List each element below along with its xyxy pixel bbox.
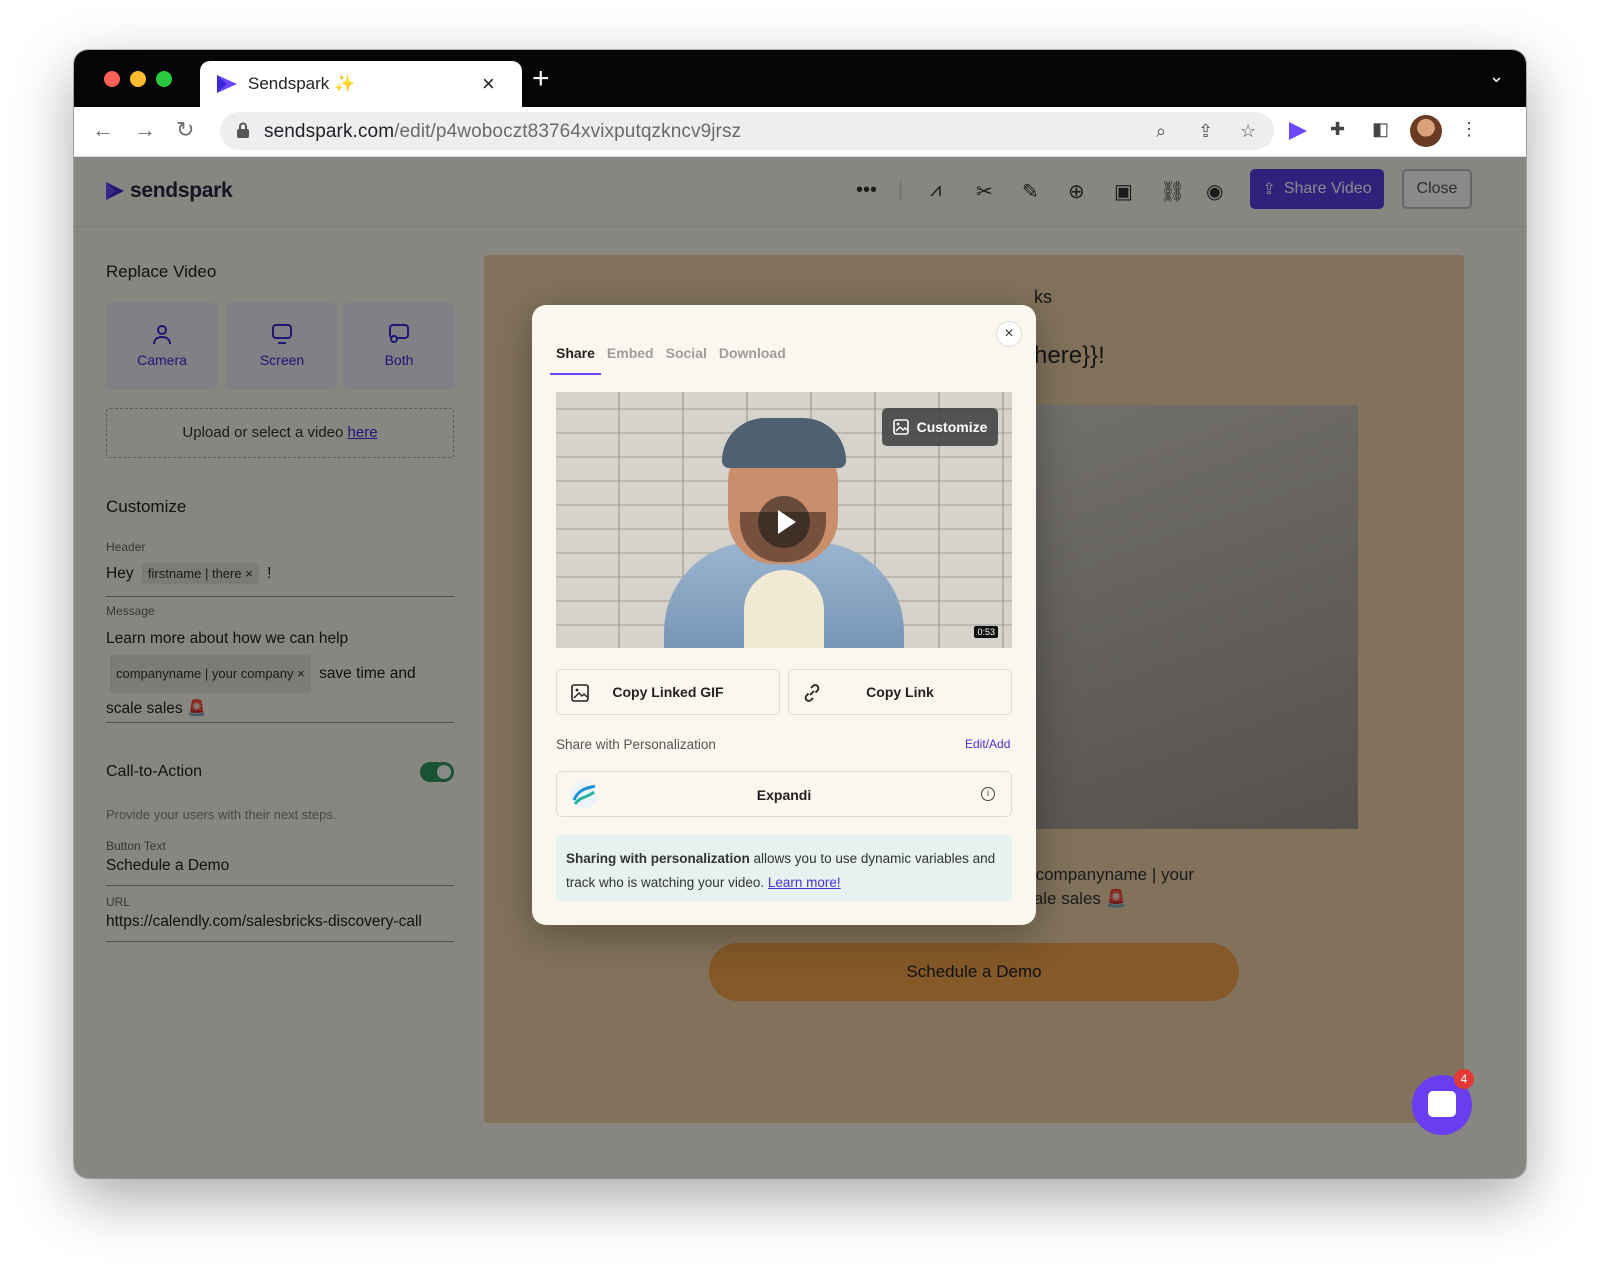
- personalization-note: Sharing with personalization allows you …: [556, 835, 1012, 901]
- sendspark-app: sendspark ••• | ⩘ ✂ ✎ ⊕ ▣ ⛓ ◉ ⇪ Share Vi…: [74, 157, 1526, 1178]
- sendspark-extension-icon[interactable]: [1288, 121, 1308, 141]
- chat-icon: [1428, 1091, 1456, 1117]
- image-icon: [571, 684, 589, 702]
- copy-link-button[interactable]: Copy Link: [788, 669, 1012, 715]
- play-icon[interactable]: [758, 496, 810, 548]
- chat-launcher[interactable]: 4: [1412, 1069, 1474, 1135]
- personalization-label: Share with Personalization: [556, 737, 716, 752]
- edit-add-link[interactable]: Edit/Add: [965, 737, 1010, 751]
- extensions-puzzle-icon[interactable]: ✚: [1330, 119, 1345, 140]
- share-page-icon[interactable]: ⇪: [1198, 121, 1213, 142]
- copy-gif-label: Copy Linked GIF: [612, 684, 724, 700]
- link-icon: [804, 684, 820, 702]
- close-window-button[interactable]: [104, 71, 120, 87]
- modal-close-icon[interactable]: ×: [996, 321, 1022, 347]
- forward-icon[interactable]: →: [134, 117, 156, 143]
- tab-social[interactable]: Social: [666, 345, 707, 375]
- image-icon: [892, 419, 909, 435]
- expandi-integration-button[interactable]: Expandi i: [556, 771, 1012, 817]
- sendspark-favicon-icon: [217, 75, 237, 93]
- bookmark-star-icon[interactable]: ☆: [1240, 121, 1256, 142]
- copy-linked-gif-button[interactable]: Copy Linked GIF: [556, 669, 780, 715]
- integration-name: Expandi: [756, 787, 812, 803]
- video-thumbnail[interactable]: Customize 0:53: [556, 392, 1012, 648]
- zoom-icon[interactable]: ⌕: [1156, 121, 1166, 142]
- lock-icon: [237, 122, 249, 138]
- copy-link-label: Copy Link: [866, 684, 934, 700]
- share-modal-tabs: Share Embed Social Download: [550, 345, 786, 375]
- info-icon[interactable]: i: [981, 787, 995, 801]
- profile-avatar[interactable]: [1410, 115, 1442, 147]
- presenter-shirt: [744, 570, 824, 648]
- customize-thumbnail-button[interactable]: Customize: [882, 408, 998, 446]
- tab-embed[interactable]: Embed: [607, 345, 654, 375]
- tab-search-chevron-icon[interactable]: ⌄: [1489, 66, 1504, 87]
- chat-unread-badge: 4: [1454, 1069, 1474, 1089]
- reload-icon[interactable]: ↻: [176, 117, 194, 143]
- customize-label: Customize: [916, 419, 988, 435]
- tab-share[interactable]: Share: [550, 345, 601, 375]
- tab-strip: Sendspark ✨ × + ⌄: [74, 50, 1526, 107]
- tab-download[interactable]: Download: [719, 345, 786, 375]
- new-tab-icon[interactable]: +: [532, 62, 550, 96]
- close-tab-icon[interactable]: ×: [482, 71, 495, 97]
- url-host: sendspark.com: [264, 121, 395, 142]
- video-duration: 0:53: [974, 626, 998, 638]
- back-icon[interactable]: ←: [92, 117, 114, 143]
- url-text: sendspark.com/edit/p4woboczt83764xvixput…: [264, 121, 741, 143]
- minimize-window-button[interactable]: [130, 71, 146, 87]
- url-path: /edit/p4woboczt83764xvixputqzkncv9jrsz: [394, 121, 742, 142]
- tab-title: Sendspark ✨: [248, 74, 356, 93]
- maximize-window-button[interactable]: [156, 71, 172, 87]
- presenter-cap: [722, 418, 846, 468]
- share-modal: × Share Embed Social Download Customize: [532, 305, 1036, 925]
- browser-toolbar: ← → ↻ sendspark.com/edit/p4woboczt83764x…: [74, 107, 1526, 157]
- side-panel-icon[interactable]: ◧: [1372, 119, 1389, 140]
- learn-more-link[interactable]: Learn more!: [768, 875, 841, 890]
- note-bold: Sharing with personalization: [566, 851, 750, 866]
- browser-menu-icon[interactable]: ⋮: [1460, 119, 1478, 140]
- browser-window: Sendspark ✨ × + ⌄ ← → ↻ sendspark.com/ed…: [74, 50, 1526, 1178]
- browser-tab-sendspark[interactable]: Sendspark ✨ ×: [200, 61, 522, 107]
- address-bar[interactable]: sendspark.com/edit/p4woboczt83764xvixput…: [220, 112, 1274, 150]
